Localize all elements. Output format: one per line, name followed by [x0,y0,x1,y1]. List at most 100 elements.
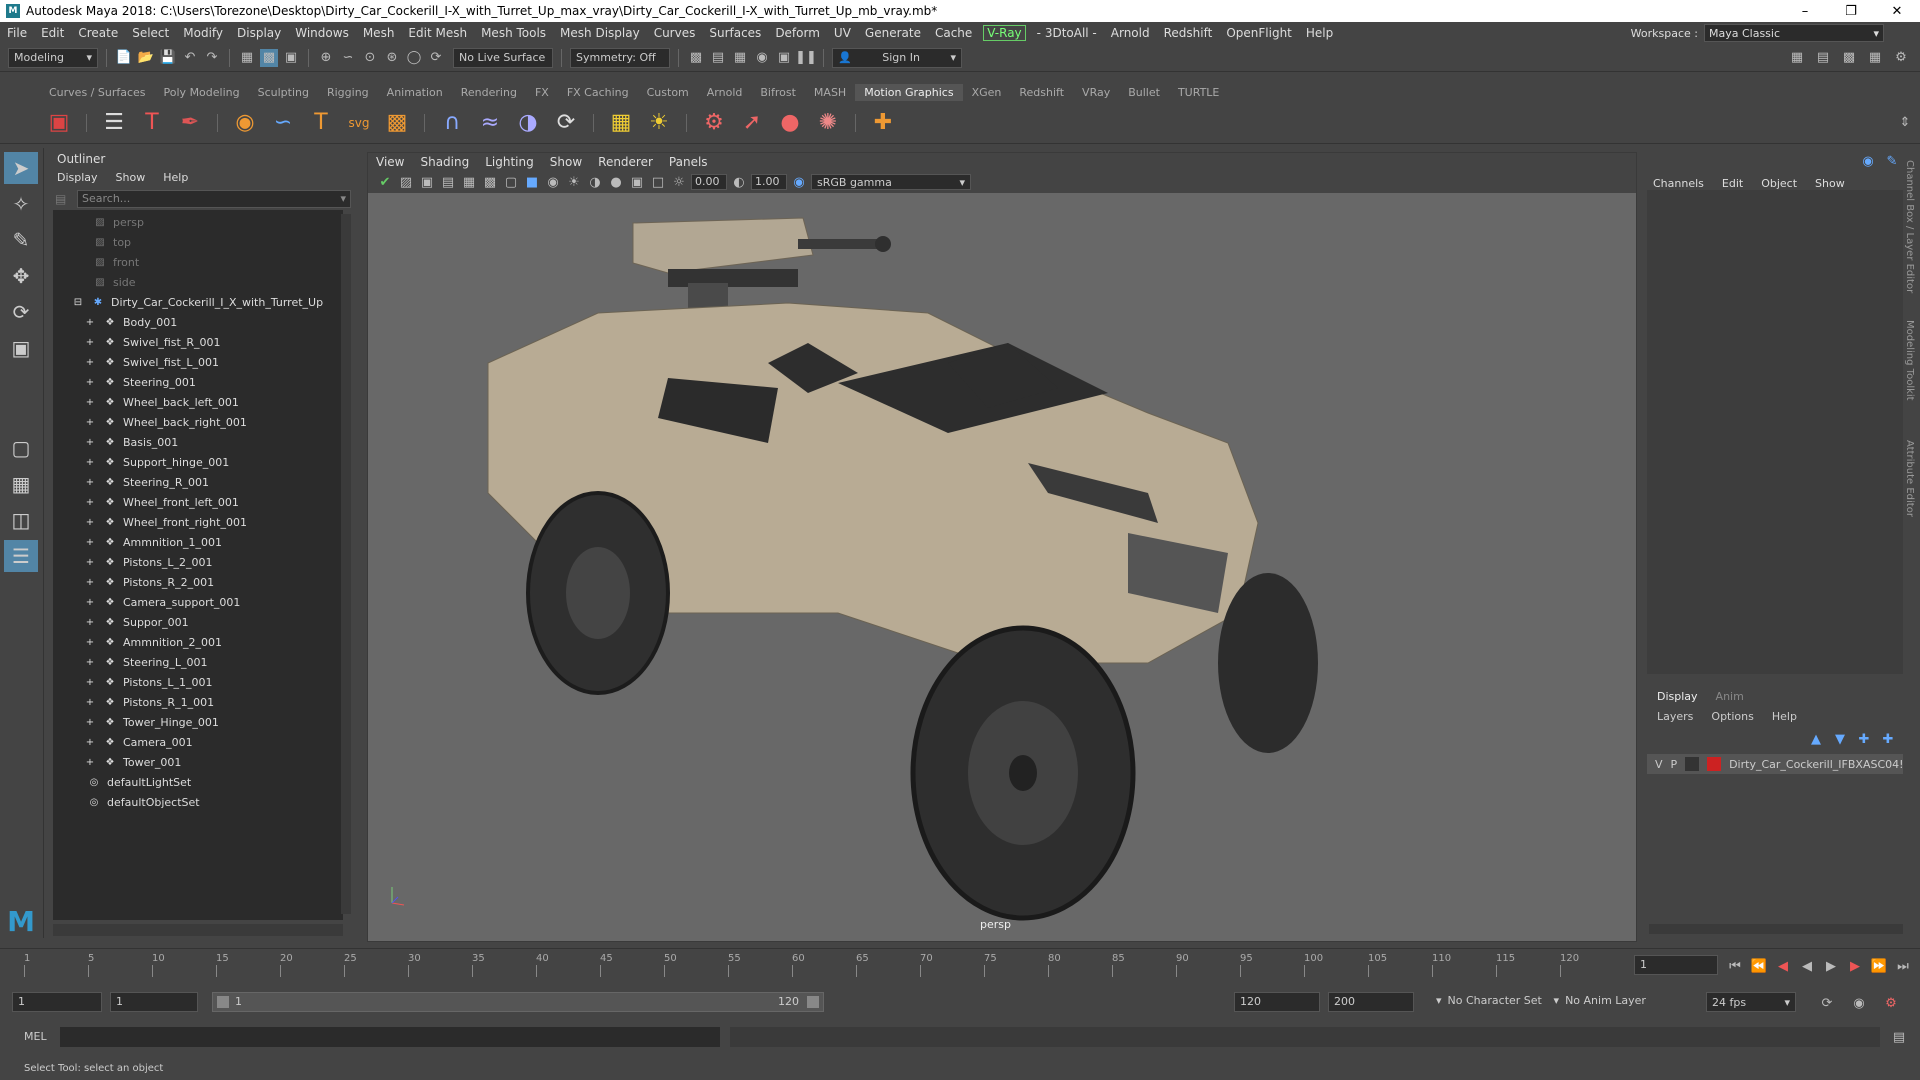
live-surface-field[interactable]: No Live Surface [453,47,553,68]
outliner-set-light[interactable]: ◎ defaultLightSet [59,772,343,792]
image-plane-icon[interactable]: ▤ [439,173,457,191]
expand-icon[interactable]: + [83,377,97,388]
expand-icon[interactable]: + [83,517,97,528]
go-to-start-icon[interactable]: ⏮ [1726,957,1744,975]
menu-help[interactable]: Help [1299,26,1340,40]
blob-icon[interactable]: ● [775,108,805,138]
svg-icon[interactable]: svg [344,108,374,138]
tool-settings-icon[interactable]: ⚙ [1892,49,1910,67]
expand-icon[interactable]: + [83,637,97,648]
scene-start-field[interactable]: 1 [12,992,102,1012]
outliner-scrollbar[interactable] [341,214,351,914]
expand-icon[interactable]: + [83,657,97,668]
viewport-menu-show[interactable]: Show [550,155,582,169]
redo-icon[interactable]: ↷ [203,49,221,67]
rotate-tool-icon[interactable]: ⟳ [4,296,38,328]
menu-display[interactable]: Display [230,26,288,40]
current-frame-field[interactable]: 1 [1634,955,1718,975]
isolate-select-icon[interactable]: ▣ [628,173,646,191]
menu-create[interactable]: Create [71,26,125,40]
outliner-item[interactable]: + ❖ Swivel_fist_R_001 [59,332,343,352]
move-tool-icon[interactable]: ✥ [4,260,38,292]
side-tab-modeling-toolkit[interactable]: Modeling Toolkit [1904,320,1915,430]
curve-tool-icon[interactable]: ∽ [268,108,298,138]
outliner-camera-side[interactable]: ▨ side [59,272,343,292]
outliner-item[interactable]: + ❖ Ammnition_1_001 [59,532,343,552]
play-backward-icon[interactable]: ◀ [1798,957,1816,975]
expand-icon[interactable]: + [83,357,97,368]
shelf-tab-turtle[interactable]: TURTLE [1169,84,1228,101]
render-view-icon[interactable]: ▣ [775,49,793,67]
play-forward-icon[interactable]: ▶ [1822,957,1840,975]
layer-playback-toggle[interactable]: P [1671,758,1678,771]
new-layer-icon[interactable]: ✚ [1855,730,1873,748]
outliner-list[interactable]: ▨ persp ▨ top ▨ front ▨ side ⊟ ✱ Dirty_Car_Coc… [53,210,343,920]
expand-icon[interactable]: + [83,557,97,568]
expand-icon[interactable]: + [83,577,97,588]
bookmarks-icon[interactable]: ▣ [418,173,436,191]
dome-icon[interactable]: ◑ [513,108,543,138]
cube-icon[interactable]: ▣ [44,108,74,138]
hypershade-icon[interactable]: ◉ [753,49,771,67]
select-camera-icon[interactable]: ✔ [376,173,394,191]
viewport-menu-view[interactable]: View [376,155,404,169]
render-settings-icon[interactable]: ▦ [731,49,749,67]
attribute-editor-icon[interactable]: ▦ [1866,49,1884,67]
step-forward-key-icon[interactable]: ▶ [1846,957,1864,975]
expand-icon[interactable]: + [83,497,97,508]
menu-openflight[interactable]: OpenFlight [1219,26,1299,40]
maximize-button[interactable]: ❐ [1828,0,1874,22]
brush-icon[interactable]: ✒ [175,108,205,138]
outliner-camera-front[interactable]: ▨ front [59,252,343,272]
exposure-field[interactable]: 0.00 [691,174,727,190]
expand-icon[interactable]: + [83,597,97,608]
outliner-item[interactable]: + ❖ Basis_001 [59,432,343,452]
scene-end-field[interactable]: 200 [1328,992,1414,1012]
color-management-icon[interactable]: ◉ [790,173,808,191]
shadows-icon[interactable]: ◑ [586,173,604,191]
expand-icon[interactable]: + [83,337,97,348]
two-view-icon[interactable]: ◫ [4,504,38,536]
snap-surface-icon[interactable]: ◯ [405,49,423,67]
layer-visibility-toggle[interactable]: V [1655,758,1663,771]
mel-input[interactable] [60,1027,720,1047]
viewport-menu-renderer[interactable]: Renderer [598,155,653,169]
four-view-icon[interactable]: ▦ [4,468,38,500]
collapse-icon[interactable]: ⊟ [71,297,85,308]
layer-menu-layers[interactable]: Layers [1657,710,1693,723]
snap-live-icon[interactable]: ⟳ [427,49,445,67]
render-frame-icon[interactable]: ▩ [687,49,705,67]
expand-icon[interactable]: + [83,317,97,328]
shelf-tab-fx[interactable]: FX [526,84,558,101]
step-back-key-icon[interactable]: ◀ [1774,957,1792,975]
auto-key-icon[interactable]: ◉ [1850,994,1868,1012]
menu-modify[interactable]: Modify [176,26,230,40]
menu-redshift[interactable]: Redshift [1157,26,1220,40]
shelf-tab-redshift[interactable]: Redshift [1010,84,1073,101]
grid-toggle-icon[interactable]: ▦ [460,173,478,191]
arrow-up-icon[interactable]: ➚ [737,108,767,138]
layout-icon[interactable]: ▦ [1788,49,1806,67]
wireframe-icon[interactable]: ▢ [502,173,520,191]
expand-icon[interactable]: + [83,697,97,708]
outliner-item[interactable]: + ❖ Body_001 [59,312,343,332]
layer-menu-options[interactable]: Options [1711,710,1753,723]
gear-burst-icon[interactable]: ⚙ [699,108,729,138]
side-tab-channel-box[interactable]: Channel Box / Layer Editor [1904,160,1915,310]
expand-icon[interactable]: + [83,417,97,428]
channel-box-menu-object[interactable]: Object [1761,177,1797,190]
menu-generate[interactable]: Generate [858,26,928,40]
expand-icon[interactable]: + [83,757,97,768]
playback-start-field[interactable]: 1 [110,992,198,1012]
menu-3dtoall[interactable]: - 3DtoAll - [1030,26,1104,40]
lasso-tool-icon[interactable]: ✧ [4,188,38,220]
outliner-item[interactable]: + ❖ Wheel_front_right_001 [59,512,343,532]
outliner-item[interactable]: + ❖ Wheel_back_left_001 [59,392,343,412]
menu-uv[interactable]: UV [827,26,858,40]
viewport-canvas[interactable]: persp [368,193,1636,941]
layer-hscrollbar[interactable] [1649,924,1903,934]
sun-icon[interactable]: ☀ [644,108,674,138]
select-object-icon[interactable]: ▩ [260,48,278,67]
shelf-tab-xgen[interactable]: XGen [963,84,1011,101]
channel-box-icon[interactable]: ▩ [1840,49,1858,67]
